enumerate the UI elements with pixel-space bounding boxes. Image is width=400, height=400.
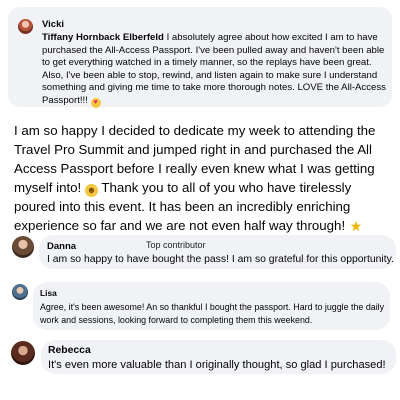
avatar[interactable] xyxy=(12,284,28,300)
comment-body: I absolutely agree about how excited I a… xyxy=(42,32,386,106)
post-text: I am so happy I decided to dedicate my w… xyxy=(14,121,396,235)
tagged-user-link[interactable]: Tiffany Hornback Elberfeld xyxy=(42,32,164,43)
star-emoji-icon: ★ xyxy=(349,218,363,234)
comment-author[interactable]: Vicki xyxy=(42,19,64,30)
comment-bubble: Lisa Agree, it's been awesome! An so tha… xyxy=(33,282,390,330)
comment-author[interactable]: Rebecca xyxy=(48,345,91,356)
avatar[interactable] xyxy=(12,236,34,258)
comment-bubble: Rebecca It's even more valuable than I o… xyxy=(41,340,396,374)
comment-author[interactable]: Danna xyxy=(47,241,76,252)
comment-author[interactable]: Lisa xyxy=(40,288,57,298)
comment-bubble: Danna Top contributor I am so happy to h… xyxy=(39,235,396,269)
avatar[interactable] xyxy=(11,341,35,365)
quoted-comment-bubble: Vicki Tiffany Hornback Elberfeld I absol… xyxy=(8,7,392,108)
comment-text: I am so happy to have bought the pass! I… xyxy=(47,254,394,265)
comment-text: It's even more valuable than I originall… xyxy=(48,359,386,371)
top-contributor-badge: Top contributor xyxy=(146,240,206,250)
comment-text: Agree, it's been awesome! An so thankful… xyxy=(40,302,385,325)
rofl-emoji-icon: ☻ xyxy=(84,184,98,197)
avatar[interactable] xyxy=(18,19,33,34)
comment-text: Tiffany Hornback Elberfeld I absolutely … xyxy=(42,32,390,108)
heart-eyes-emoji-icon: ♥ xyxy=(90,97,101,108)
